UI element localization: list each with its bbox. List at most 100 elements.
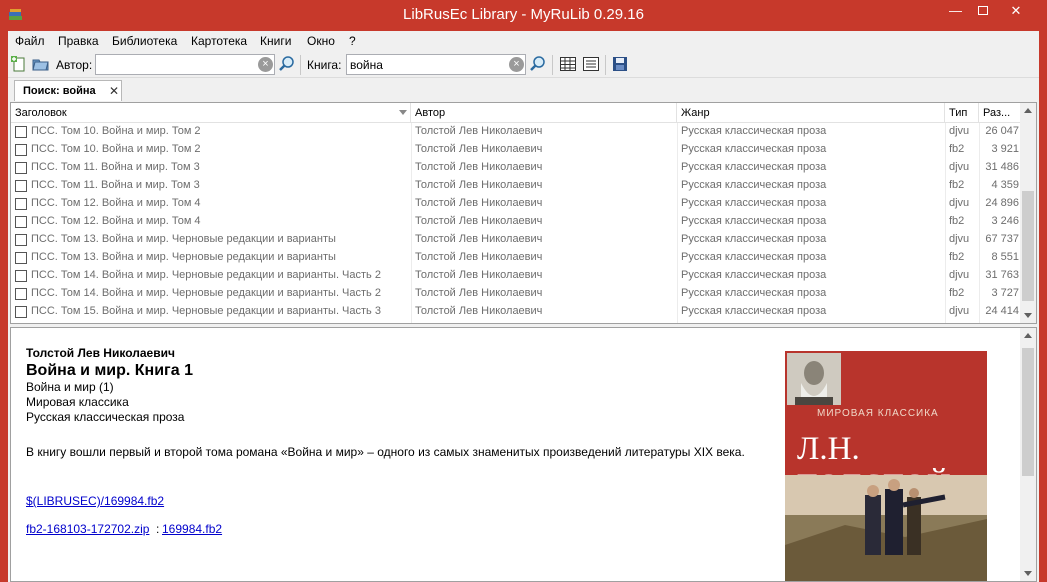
column-header-title[interactable]: Заголовок — [11, 103, 411, 123]
row-checkbox[interactable] — [15, 162, 27, 174]
row-checkbox[interactable] — [15, 270, 27, 282]
table-row[interactable]: ПСС. Том 11. Война и мир. Том 3 Толстой Л… — [11, 159, 1022, 177]
cell-author: Толстой Лев Николаевич — [415, 197, 543, 209]
book-search-icon[interactable] — [529, 55, 547, 73]
book-clear-icon[interactable]: × — [509, 57, 524, 72]
book-label: Книга: — [307, 58, 342, 72]
scrollbar-thumb[interactable] — [1022, 191, 1034, 301]
detail-genre: Русская классическая проза — [26, 410, 185, 424]
detail-collection: Мировая классика — [26, 395, 129, 409]
row-checkbox[interactable] — [15, 288, 27, 300]
cell-author: Толстой Лев Николаевич — [415, 143, 543, 155]
details-scrollbar[interactable] — [1020, 328, 1036, 581]
menu-edit[interactable]: Правка — [58, 34, 99, 48]
archive-file-link[interactable]: 169984.fb2 — [162, 522, 222, 536]
row-checkbox[interactable] — [15, 126, 27, 138]
cell-type: fb2 — [949, 251, 965, 263]
table-row[interactable]: ПСС. Том 14. Война и мир. Черновые редак… — [11, 267, 1022, 285]
menu-window[interactable]: Окно — [307, 34, 335, 48]
row-checkbox[interactable] — [15, 198, 27, 210]
cell-author: Толстой Лев Николаевич — [415, 287, 543, 299]
column-header-type[interactable]: Тип — [945, 103, 979, 123]
row-checkbox[interactable] — [15, 216, 27, 228]
row-checkbox[interactable] — [15, 306, 27, 318]
app-window: LibRusEc Library - MyRuLib 0.29.16 — ✕ Ф… — [0, 0, 1047, 582]
author-search-icon[interactable] — [278, 55, 296, 73]
column-header-size[interactable]: Раз... — [979, 103, 1022, 123]
row-checkbox[interactable] — [15, 252, 27, 264]
toolbar: Автор: × Книга: × — [8, 52, 1039, 78]
title-bar[interactable]: LibRusEc Library - MyRuLib 0.29.16 — ✕ — [0, 0, 1047, 31]
cell-type: djvu — [949, 161, 970, 173]
cell-type: djvu — [949, 233, 970, 245]
table-row[interactable]: ПСС. Том 12. Война и мир. Том 4 Толстой Л… — [11, 195, 1022, 213]
close-button[interactable]: ✕ — [993, 0, 1039, 21]
archive-link[interactable]: fb2-168103-172702.zip — [26, 522, 149, 536]
cell-genre: Русская классическая проза — [681, 179, 827, 191]
menu-library[interactable]: Библиотека — [112, 34, 177, 48]
menu-catalog[interactable]: Картотека — [191, 34, 247, 48]
minimize-button[interactable]: — — [942, 0, 969, 21]
list-view-icon[interactable] — [582, 55, 600, 73]
scroll-up-icon[interactable] — [1024, 108, 1032, 113]
cell-author: Толстой Лев Николаевич — [415, 179, 543, 191]
table-view-icon[interactable] — [559, 55, 577, 73]
cover-portrait — [787, 353, 841, 405]
window-title: LibRusEc Library - MyRuLib 0.29.16 — [403, 6, 644, 23]
table-row[interactable]: ПСС. Том 13. Война и мир. Черновые редак… — [11, 249, 1022, 267]
row-checkbox[interactable] — [15, 144, 27, 156]
maximize-button[interactable] — [969, 0, 996, 21]
cell-author: Толстой Лев Николаевич — [415, 305, 543, 317]
cell-genre: Русская классическая проза — [681, 143, 827, 155]
cell-title: ПСС. Том 12. Война и мир. Том 4 — [31, 215, 201, 227]
scroll-down-icon[interactable] — [1024, 571, 1032, 576]
table-row[interactable]: ПСС. Том 12. Война и мир. Том 4 Толстой Л… — [11, 213, 1022, 231]
tab-close-icon[interactable]: ✕ — [109, 84, 119, 98]
row-checkbox[interactable] — [15, 180, 27, 192]
cell-size: 3 727 — [991, 287, 1019, 299]
author-search-input[interactable] — [95, 54, 275, 75]
detail-title: Война и мир. Книга 1 — [26, 362, 193, 379]
file-path-link[interactable]: $(LIBRUSEC)/169984.fb2 — [26, 494, 164, 508]
cell-author: Толстой Лев Николаевич — [415, 233, 543, 245]
sort-descending-icon — [399, 110, 407, 115]
toolbar-separator — [605, 55, 606, 75]
cell-author: Толстой Лев Николаевич — [415, 125, 543, 137]
list-header: Заголовок Автор Жанр Тип Раз... — [11, 103, 1022, 123]
list-scrollbar[interactable] — [1020, 103, 1036, 323]
open-folder-icon[interactable] — [32, 55, 50, 73]
detail-description: В книгу вошли первый и второй тома роман… — [26, 445, 745, 459]
detail-series: Война и мир (1) — [26, 380, 114, 394]
toolbar-separator — [300, 55, 301, 75]
menu-help[interactable]: ? — [349, 34, 356, 48]
cell-type: fb2 — [949, 215, 965, 227]
menu-books[interactable]: Книги — [260, 34, 291, 48]
scroll-up-icon[interactable] — [1024, 333, 1032, 338]
cell-title: ПСС. Том 12. Война и мир. Том 4 — [31, 197, 201, 209]
menu-file[interactable]: Файл — [15, 34, 45, 48]
column-header-genre[interactable]: Жанр — [677, 103, 945, 123]
table-row[interactable]: ПСС. Том 15. Война и мир. Черновые редак… — [11, 303, 1022, 321]
row-checkbox[interactable] — [15, 234, 27, 246]
cell-title: ПСС. Том 13. Война и мир. Черновые редак… — [31, 233, 336, 245]
table-row[interactable]: ПСС. Том 10. Война и мир. Том 2 Толстой Л… — [11, 141, 1022, 159]
table-row[interactable]: ПСС. Том 13. Война и мир. Черновые редак… — [11, 231, 1022, 249]
scrollbar-thumb[interactable] — [1022, 348, 1034, 476]
cell-type: fb2 — [949, 287, 965, 299]
cell-author: Толстой Лев Николаевич — [415, 215, 543, 227]
save-icon[interactable] — [611, 55, 629, 73]
cell-title: ПСС. Том 13. Война и мир. Черновые редак… — [31, 251, 336, 263]
cell-title: ПСС. Том 14. Война и мир. Черновые редак… — [31, 287, 381, 299]
cell-type: fb2 — [949, 143, 965, 155]
table-row[interactable]: ПСС. Том 14. Война и мир. Черновые редак… — [11, 285, 1022, 303]
book-search-input[interactable] — [346, 54, 526, 75]
tab-search-results[interactable]: Поиск: война ✕ — [14, 80, 122, 101]
scroll-down-icon[interactable] — [1024, 313, 1032, 318]
toolbar-separator — [552, 55, 553, 75]
column-header-author[interactable]: Автор — [411, 103, 677, 123]
table-row[interactable]: ПСС. Том 10. Война и мир. Том 2 Толстой Л… — [11, 123, 1022, 141]
cell-title: ПСС. Том 10. Война и мир. Том 2 — [31, 125, 201, 137]
table-row[interactable]: ПСС. Том 11. Война и мир. Том 3 Толстой Л… — [11, 177, 1022, 195]
author-clear-icon[interactable]: × — [258, 57, 273, 72]
new-page-icon[interactable] — [10, 55, 28, 73]
